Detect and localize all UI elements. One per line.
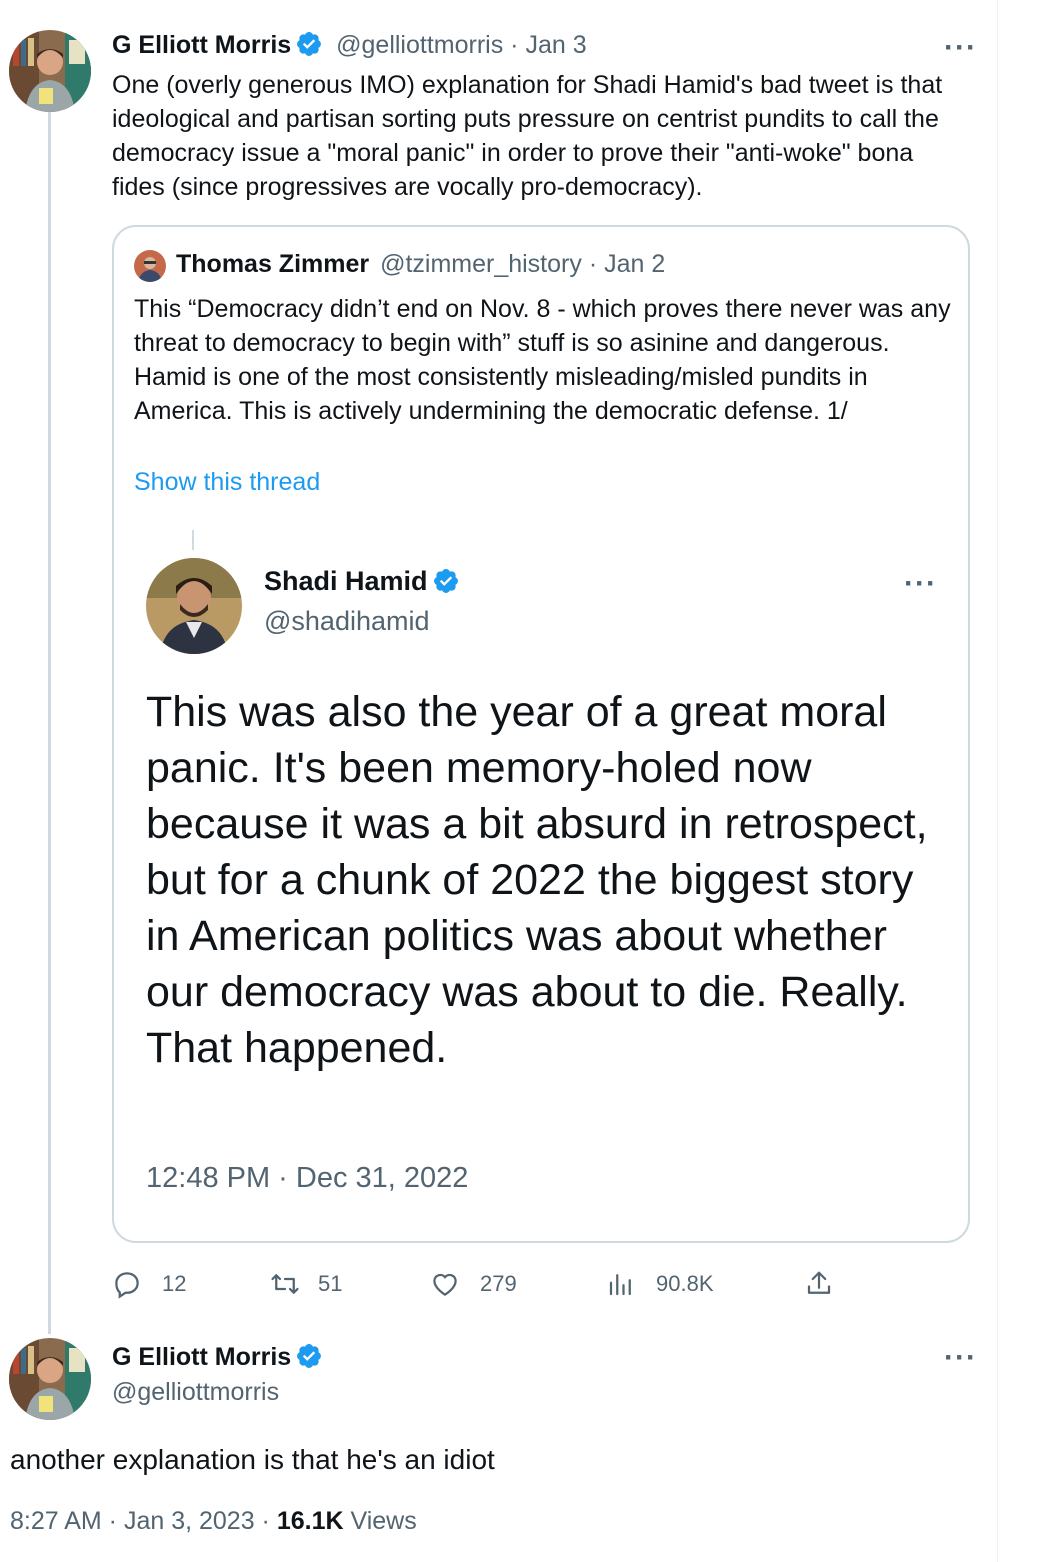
views-button[interactable]: 90.8K bbox=[606, 1264, 714, 1304]
quote-separator: · bbox=[588, 250, 598, 278]
heart-icon bbox=[430, 1269, 460, 1299]
like-button[interactable]: 279 bbox=[430, 1264, 517, 1304]
embedded-verified-badge-icon bbox=[432, 567, 460, 595]
quote-header: Thomas Zimmer @tzimmer_history · Jan 2 bbox=[176, 250, 665, 279]
embedded-author-name-text: Shadi Hamid bbox=[264, 566, 428, 596]
embedded-author-name: Shadi Hamid bbox=[264, 566, 460, 597]
tweet1-separator: · bbox=[510, 31, 519, 59]
quote-date: Jan 2 bbox=[604, 250, 666, 278]
share-button[interactable] bbox=[804, 1264, 834, 1304]
tweet1-header: G Elliott Morris @gelliottmorris · Jan 3 bbox=[112, 30, 587, 64]
reply-icon bbox=[112, 1269, 142, 1299]
tweet2-handle[interactable]: @gelliottmorris bbox=[112, 1378, 279, 1407]
quote-text: This “Democracy didn’t end on Nov. 8 - w… bbox=[134, 295, 951, 425]
like-count: 279 bbox=[480, 1271, 517, 1296]
tweet1-date[interactable]: Jan 3 bbox=[525, 31, 586, 59]
tweet1-handle[interactable]: @gelliottmorris bbox=[336, 31, 503, 59]
tweet2-author: G Elliott Morris bbox=[112, 1342, 323, 1372]
tweet1-more-icon[interactable]: ··· bbox=[944, 33, 977, 63]
views-count: 90.8K bbox=[656, 1271, 714, 1296]
retweet-button[interactable]: 51 bbox=[270, 1264, 342, 1304]
avatar-gelliottmorris-2[interactable] bbox=[9, 1338, 91, 1420]
embedded-handle: @shadihamid bbox=[264, 606, 430, 636]
tweet1-text: One (overly generous IMO) explanation fo… bbox=[112, 71, 943, 201]
verified-badge-icon bbox=[295, 30, 323, 58]
avatar-shadihamid bbox=[146, 558, 242, 654]
show-thread-link[interactable]: Show this thread bbox=[134, 468, 320, 497]
embed-thread-tick bbox=[192, 530, 194, 550]
column-border bbox=[997, 0, 998, 1562]
tweet2-views-label: Views bbox=[343, 1507, 417, 1535]
retweet-icon bbox=[270, 1269, 300, 1299]
tweet2-views-count[interactable]: 16.1K bbox=[277, 1507, 344, 1535]
reply-count: 12 bbox=[162, 1271, 187, 1296]
analytics-icon bbox=[606, 1269, 636, 1299]
verified-badge-icon-2 bbox=[295, 1342, 323, 1370]
tweet2-text: another explanation is that he's an idio… bbox=[10, 1444, 495, 1475]
tweet1-author-name[interactable]: G Elliott Morris bbox=[112, 31, 291, 59]
tweet2-timestamp[interactable]: 8:27 AM · Jan 3, 2023 · bbox=[10, 1507, 277, 1535]
tweet2-meta: 8:27 AM · Jan 3, 2023 · 16.1K Views bbox=[10, 1507, 417, 1536]
quote-author-name: Thomas Zimmer bbox=[176, 250, 370, 278]
embedded-timestamp: 12:48 PM · Dec 31, 2022 bbox=[146, 1162, 469, 1194]
thread-connector-line bbox=[48, 112, 51, 1334]
embedded-more-icon: ··· bbox=[904, 567, 937, 600]
share-icon bbox=[804, 1269, 834, 1299]
reply-button[interactable]: 12 bbox=[112, 1264, 186, 1304]
retweet-count: 51 bbox=[318, 1271, 343, 1296]
tweet1-action-bar: 12 51 279 90.8K bbox=[112, 1264, 852, 1304]
tweet2-author-name[interactable]: G Elliott Morris bbox=[112, 1343, 291, 1371]
embedded-tweet-text: This was also the year of a great moral … bbox=[146, 688, 928, 1072]
avatar-gelliottmorris[interactable] bbox=[9, 30, 91, 112]
quote-handle: @tzimmer_history bbox=[380, 250, 582, 278]
tweet2-more-icon[interactable]: ··· bbox=[944, 1343, 977, 1373]
avatar-tzimmer bbox=[134, 250, 166, 282]
